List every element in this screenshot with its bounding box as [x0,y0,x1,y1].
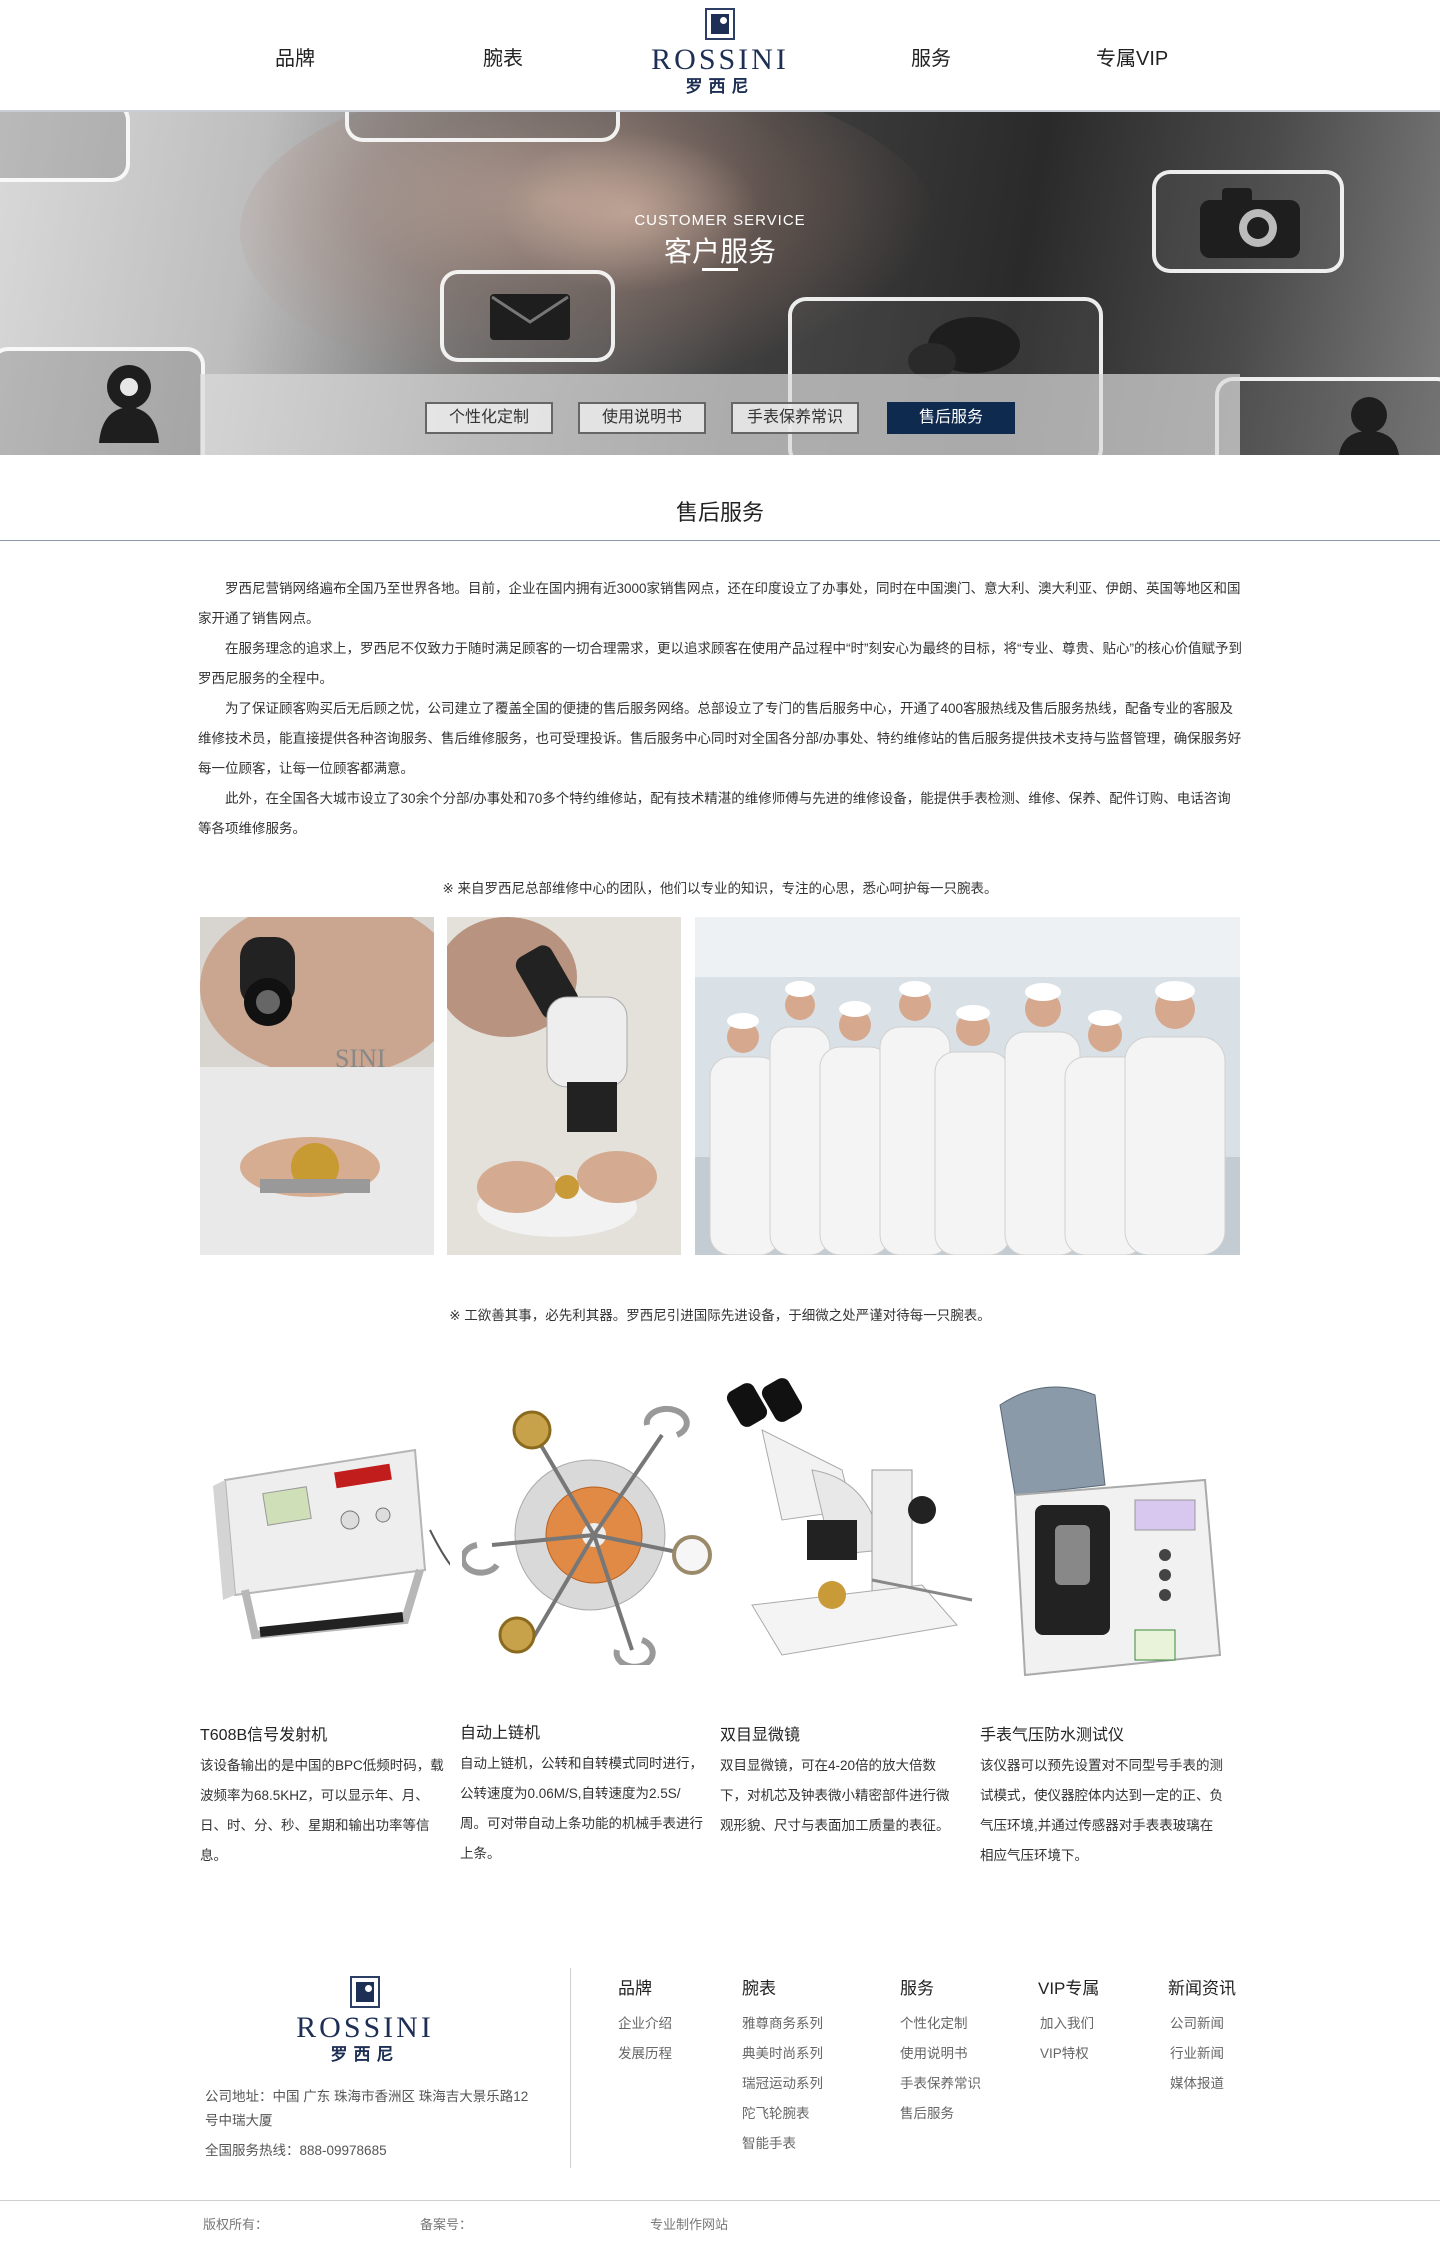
nav-watches[interactable]: 腕表 [483,42,523,71]
camera-icon [1152,170,1344,273]
tab-maintenance[interactable]: 手表保养常识 [731,402,859,434]
footer-address: 公司地址：中国 广东 珠海市香洲区 珠海吉大景乐路12号中瑞大厦 [205,2089,529,2128]
product-title: 自动上链机 [460,1725,541,1742]
footer-link[interactable]: VIP特权 [1040,2042,1089,2062]
intro-paragraph: 罗西尼营销网络遍布全国乃至世界各地。目前，企业在国内拥有近3000家销售网点，还… [198,581,1241,626]
site-logo[interactable]: ROSSINI 罗西尼 [640,8,800,100]
svg-text:SINI: SINI [335,1044,386,1073]
product-desc: 该仪器可以预先设置对不同型号手表的测试模式，使仪器腔体内达到一定的正、负气压环境… [980,1758,1223,1863]
photo-service-team [695,917,1240,1255]
intro-paragraph: 在服务理念的追求上，罗西尼不仅致力于随时满足顾客的一切合理需求，更以追求顾客在使… [198,641,1242,686]
footer-col-title[interactable]: 品牌 [618,1974,652,1999]
photo-microscope-repair [447,917,681,1255]
footer-link[interactable]: 售后服务 [900,2102,954,2122]
footer-link[interactable]: 行业新闻 [1170,2042,1224,2062]
equipment-note: ※ 工欲善其事，必先利其器。罗西尼引进国际先进设备，于细微之处严谨对待每一只腕表… [449,1308,991,1323]
mail-icon [440,270,615,362]
user-icon [1215,377,1440,455]
footer-link[interactable]: 手表保养常识 [900,2072,981,2092]
copyright-text: 版权所有： [203,2217,269,2232]
site-header: 品牌 腕表 ROSSINI 罗西尼 服务 专属VIP [0,0,1440,112]
product-desc: 双目显微镜，可在4-20倍的放大倍数下，对机芯及钟表微小精密部件进行微观形貌、尺… [720,1758,950,1833]
footer-link[interactable]: 瑞冠运动系列 [742,2072,823,2092]
maker-link[interactable]: 专业制作网站 [650,2214,728,2233]
nav-service[interactable]: 服务 [911,42,951,71]
tab-customization[interactable]: 个性化定制 [425,402,553,434]
banner-subtitle: CUSTOMER SERVICE [634,212,806,229]
footer-logo[interactable]: ROSSINI 罗西尼 [285,1976,445,2064]
watch-winder-icon [459,1395,712,1670]
product-desc: 该设备输出的是中国的BPC低频时码，载波频率为68.5KHZ，可以显示年、月、日… [200,1758,444,1863]
team-note: ※ 来自罗西尼总部维修中心的团队，他们以专业的知识，专注的心思，悉心呵护每一只腕… [442,881,998,896]
footer-col-title[interactable]: 服务 [900,1974,934,1999]
intro-paragraph: 此外，在全国各大城市设立了30余个分部/办事处和70多个特约维修站，配有技术精湛… [198,791,1231,836]
signal-generator-icon [205,1420,456,1650]
footer-link[interactable]: 媒体报道 [1170,2072,1224,2092]
footer-link[interactable]: 陀飞轮腕表 [742,2102,810,2122]
footer-logo-text-cn: 罗西尼 [330,2045,400,2064]
nav-vip[interactable]: 专属VIP [1096,42,1168,71]
footer-link[interactable]: 智能手表 [742,2132,796,2152]
footer-col-title[interactable]: 新闻资讯 [1168,1974,1236,1999]
footer-divider [570,1968,571,2168]
nav-brand[interactable]: 品牌 [275,42,315,71]
section-divider [0,540,1440,541]
hero-banner: CUSTOMER SERVICE 客户服务 个性化定制 使用说明书 手表保养常识… [0,112,1440,455]
footer-col-title[interactable]: 腕表 [742,1974,776,1999]
footer-link[interactable]: 发展历程 [618,2042,672,2062]
footer-logo-text-en: ROSSINI [296,2011,434,2044]
footer-link[interactable]: 个性化定制 [900,2012,968,2032]
service-tabs-bar [200,374,1240,455]
logo-text-en: ROSSINI [651,43,789,76]
banner-title-underline [702,268,738,271]
microscope-icon [722,1370,982,1665]
pressure-tester-icon [985,1375,1230,1685]
tab-after-sales[interactable]: 售后服务 [887,402,1015,434]
product-title: T608B信号发射机 [200,1727,328,1744]
logo-mark-icon [705,8,735,40]
tab-manual[interactable]: 使用说明书 [578,402,706,434]
footer-bottom-divider [0,2200,1440,2201]
banner-bubble [345,112,620,142]
footer-link[interactable]: 雅尊商务系列 [742,2012,823,2032]
footer-link[interactable]: 典美时尚系列 [742,2042,823,2062]
footer-link[interactable]: 公司新闻 [1170,2012,1224,2032]
footer-link[interactable]: 企业介绍 [618,2012,672,2032]
user-icon [0,347,205,455]
intro-paragraph: 为了保证顾客购买后无后顾之忧，公司建立了覆盖全国的便捷的售后服务网络。总部设立了… [198,701,1242,776]
footer-col-title[interactable]: VIP专属 [1038,1974,1099,1999]
logo-text-cn: 罗西尼 [685,77,755,96]
photo-watchmaker-loupe: SINI [200,917,434,1255]
footer-link[interactable]: 使用说明书 [900,2042,968,2062]
product-desc: 自动上链机，公转和自转模式同时进行，公转速度为0.06M/S,自转速度为2.5S… [460,1756,703,1861]
product-title: 手表气压防水测试仪 [980,1727,1125,1744]
banner-bubble [0,112,130,182]
footer-link[interactable]: 加入我们 [1040,2012,1094,2032]
footer-hotline: 全国服务热线：888-09978685 [205,2143,387,2158]
icp-text: 备案号： [420,2217,473,2232]
section-title: 售后服务 [675,500,764,525]
product-title: 双目显微镜 [720,1727,801,1744]
banner-title: 客户服务 [663,236,776,267]
intro-text: 罗西尼营销网络遍布全国乃至世界各地。目前，企业在国内拥有近3000家销售网点，还… [198,574,1242,844]
logo-mark-icon [350,1976,380,2008]
